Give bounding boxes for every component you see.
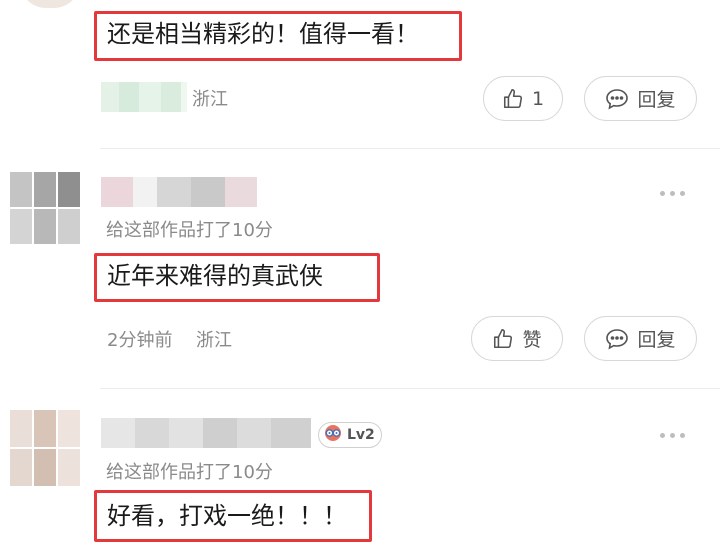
username-blurred[interactable] — [101, 82, 187, 112]
like-count: 1 — [531, 87, 545, 110]
score-text: 给这部作品打了10分 — [106, 220, 273, 241]
chat-bubble-icon — [605, 88, 629, 110]
score-text: 给这部作品打了10分 — [106, 462, 273, 483]
avatar[interactable] — [10, 410, 80, 486]
thumb-up-icon — [492, 328, 514, 350]
level-badge-icon — [322, 423, 344, 447]
reply-button[interactable]: 回复 — [584, 76, 697, 121]
like-button[interactable]: 赞 — [471, 316, 563, 361]
comment-text-3: 好看，打戏一绝！！！ — [94, 490, 372, 542]
comment-text-2: 近年来难得的真武侠 — [94, 253, 380, 302]
comment-location: 浙江 — [192, 89, 228, 110]
chat-bubble-icon — [605, 328, 629, 350]
reply-label: 回复 — [637, 89, 676, 111]
level-badge: Lv2 — [318, 422, 382, 448]
thumb-up-icon — [502, 88, 524, 110]
comment-time: 2分钟前 — [107, 330, 173, 351]
comment-location: 浙江 — [196, 330, 232, 351]
reply-button[interactable]: 回复 — [584, 316, 697, 361]
level-text: Lv2 — [347, 427, 375, 443]
comment-divider — [100, 388, 720, 389]
more-dots-icon[interactable] — [660, 433, 685, 438]
username-blurred[interactable] — [101, 418, 311, 448]
reply-label: 回复 — [637, 329, 676, 351]
like-label: 赞 — [522, 329, 542, 351]
avatar-partial[interactable] — [20, 0, 80, 8]
avatar[interactable] — [10, 172, 80, 244]
comment-divider — [100, 148, 720, 149]
like-button[interactable]: 1 — [483, 76, 563, 121]
comment-text-1: 还是相当精彩的！值得一看！ — [94, 11, 462, 61]
username-blurred[interactable] — [101, 177, 257, 207]
more-dots-icon[interactable] — [660, 191, 685, 196]
